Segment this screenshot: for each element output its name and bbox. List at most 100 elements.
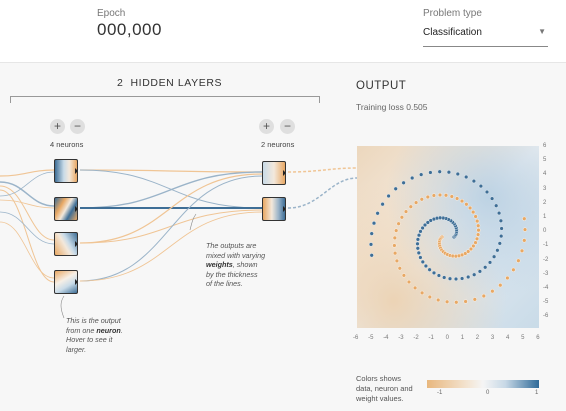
x-tick-label: 5 — [521, 335, 525, 341]
neuron-l1-3[interactable] — [54, 232, 78, 256]
data-point — [472, 297, 477, 302]
neuron-l1-4[interactable] — [54, 270, 78, 294]
data-point — [492, 254, 497, 259]
data-point — [487, 260, 493, 265]
neuron-l2-2[interactable] — [262, 197, 286, 221]
data-point — [476, 223, 481, 228]
data-point — [418, 255, 423, 260]
data-point — [522, 238, 527, 243]
input-link[interactable] — [0, 221, 55, 279]
data-point — [437, 169, 442, 174]
data-point — [425, 194, 430, 200]
annotation-pointer — [189, 213, 197, 231]
data-point — [415, 246, 420, 251]
data-point — [436, 297, 441, 303]
data-point — [471, 243, 476, 249]
data-point — [415, 241, 420, 246]
data-point — [408, 204, 413, 209]
data-point — [392, 243, 397, 248]
data-point — [466, 274, 471, 280]
data-point — [413, 200, 419, 205]
spiral-data-points — [368, 169, 528, 305]
weights-annotation: The outputs are mixed with varying weigh… — [206, 241, 266, 288]
legend-max-label: 1 — [535, 390, 539, 396]
data-point — [474, 236, 480, 241]
x-tick-label: 1 — [460, 335, 465, 341]
data-point — [436, 273, 441, 278]
data-point — [494, 203, 499, 208]
data-point — [410, 175, 415, 181]
data-point — [419, 197, 424, 202]
data-point — [522, 216, 527, 221]
data-point — [419, 172, 424, 177]
output-link[interactable] — [287, 167, 358, 173]
x-tick-label: -5 — [368, 335, 374, 341]
x-tick-label: 6 — [536, 335, 540, 341]
legend-mid-label: 0 — [486, 390, 490, 396]
data-point — [427, 267, 432, 272]
data-point — [420, 259, 425, 264]
data-point — [484, 189, 490, 195]
data-point — [423, 263, 428, 269]
data-point — [459, 276, 465, 281]
data-point — [431, 193, 436, 198]
data-point — [393, 186, 398, 191]
data-point — [444, 299, 450, 304]
data-point — [497, 210, 502, 216]
training-loss: Training loss 0.505 — [356, 102, 428, 112]
data-point — [454, 196, 460, 201]
weight-link[interactable] — [79, 171, 263, 209]
data-point — [483, 265, 488, 270]
data-point — [437, 192, 443, 198]
data-point — [477, 269, 482, 274]
output-heatmap[interactable] — [357, 146, 539, 328]
data-point — [369, 231, 374, 236]
data-point — [481, 293, 486, 299]
x-tick-label: 4 — [506, 335, 510, 341]
data-point — [401, 273, 406, 278]
output-title: OUTPUT — [356, 80, 407, 92]
y-tick-label: -2 — [543, 256, 549, 263]
data-point — [447, 276, 453, 281]
input-link[interactable] — [0, 211, 55, 245]
neuron-annotation: This is the output from one neuron. Hove… — [66, 316, 123, 354]
data-point — [418, 229, 423, 234]
data-point — [396, 221, 401, 226]
data-point — [516, 258, 521, 263]
output-link[interactable] — [287, 177, 358, 209]
data-point — [380, 202, 385, 207]
data-point — [497, 241, 502, 246]
data-point — [490, 289, 495, 294]
data-point — [392, 251, 398, 256]
x-tick-label: -6 — [353, 335, 359, 341]
data-point — [416, 233, 422, 238]
neuron-l2-1[interactable] — [262, 161, 286, 185]
color-legend-caption: Colors shows data, neuron and weight val… — [356, 374, 413, 403]
weight-link[interactable] — [79, 209, 263, 244]
data-point — [419, 290, 425, 295]
data-point — [406, 279, 412, 285]
y-tick-label: 4 — [543, 171, 547, 178]
data-point — [446, 170, 451, 175]
neuron-l1-2[interactable] — [54, 197, 78, 221]
data-point — [443, 193, 449, 198]
data-point — [420, 225, 425, 231]
data-point — [473, 214, 478, 219]
data-point — [473, 240, 478, 245]
data-point — [442, 275, 447, 280]
y-tick-label: -5 — [543, 299, 549, 306]
data-point — [522, 227, 528, 232]
data-point — [416, 250, 421, 255]
x-tick-label: -3 — [398, 335, 404, 341]
data-point — [464, 174, 469, 180]
data-point — [498, 218, 503, 223]
data-point — [401, 180, 406, 185]
data-point — [472, 272, 477, 277]
data-point — [394, 258, 399, 263]
input-link[interactable] — [0, 199, 55, 209]
y-tick-label: -3 — [543, 270, 549, 277]
neuron-l1-1[interactable] — [54, 159, 78, 183]
y-tick-label: 0 — [543, 228, 547, 235]
data-point — [368, 242, 374, 247]
data-point — [476, 228, 481, 233]
